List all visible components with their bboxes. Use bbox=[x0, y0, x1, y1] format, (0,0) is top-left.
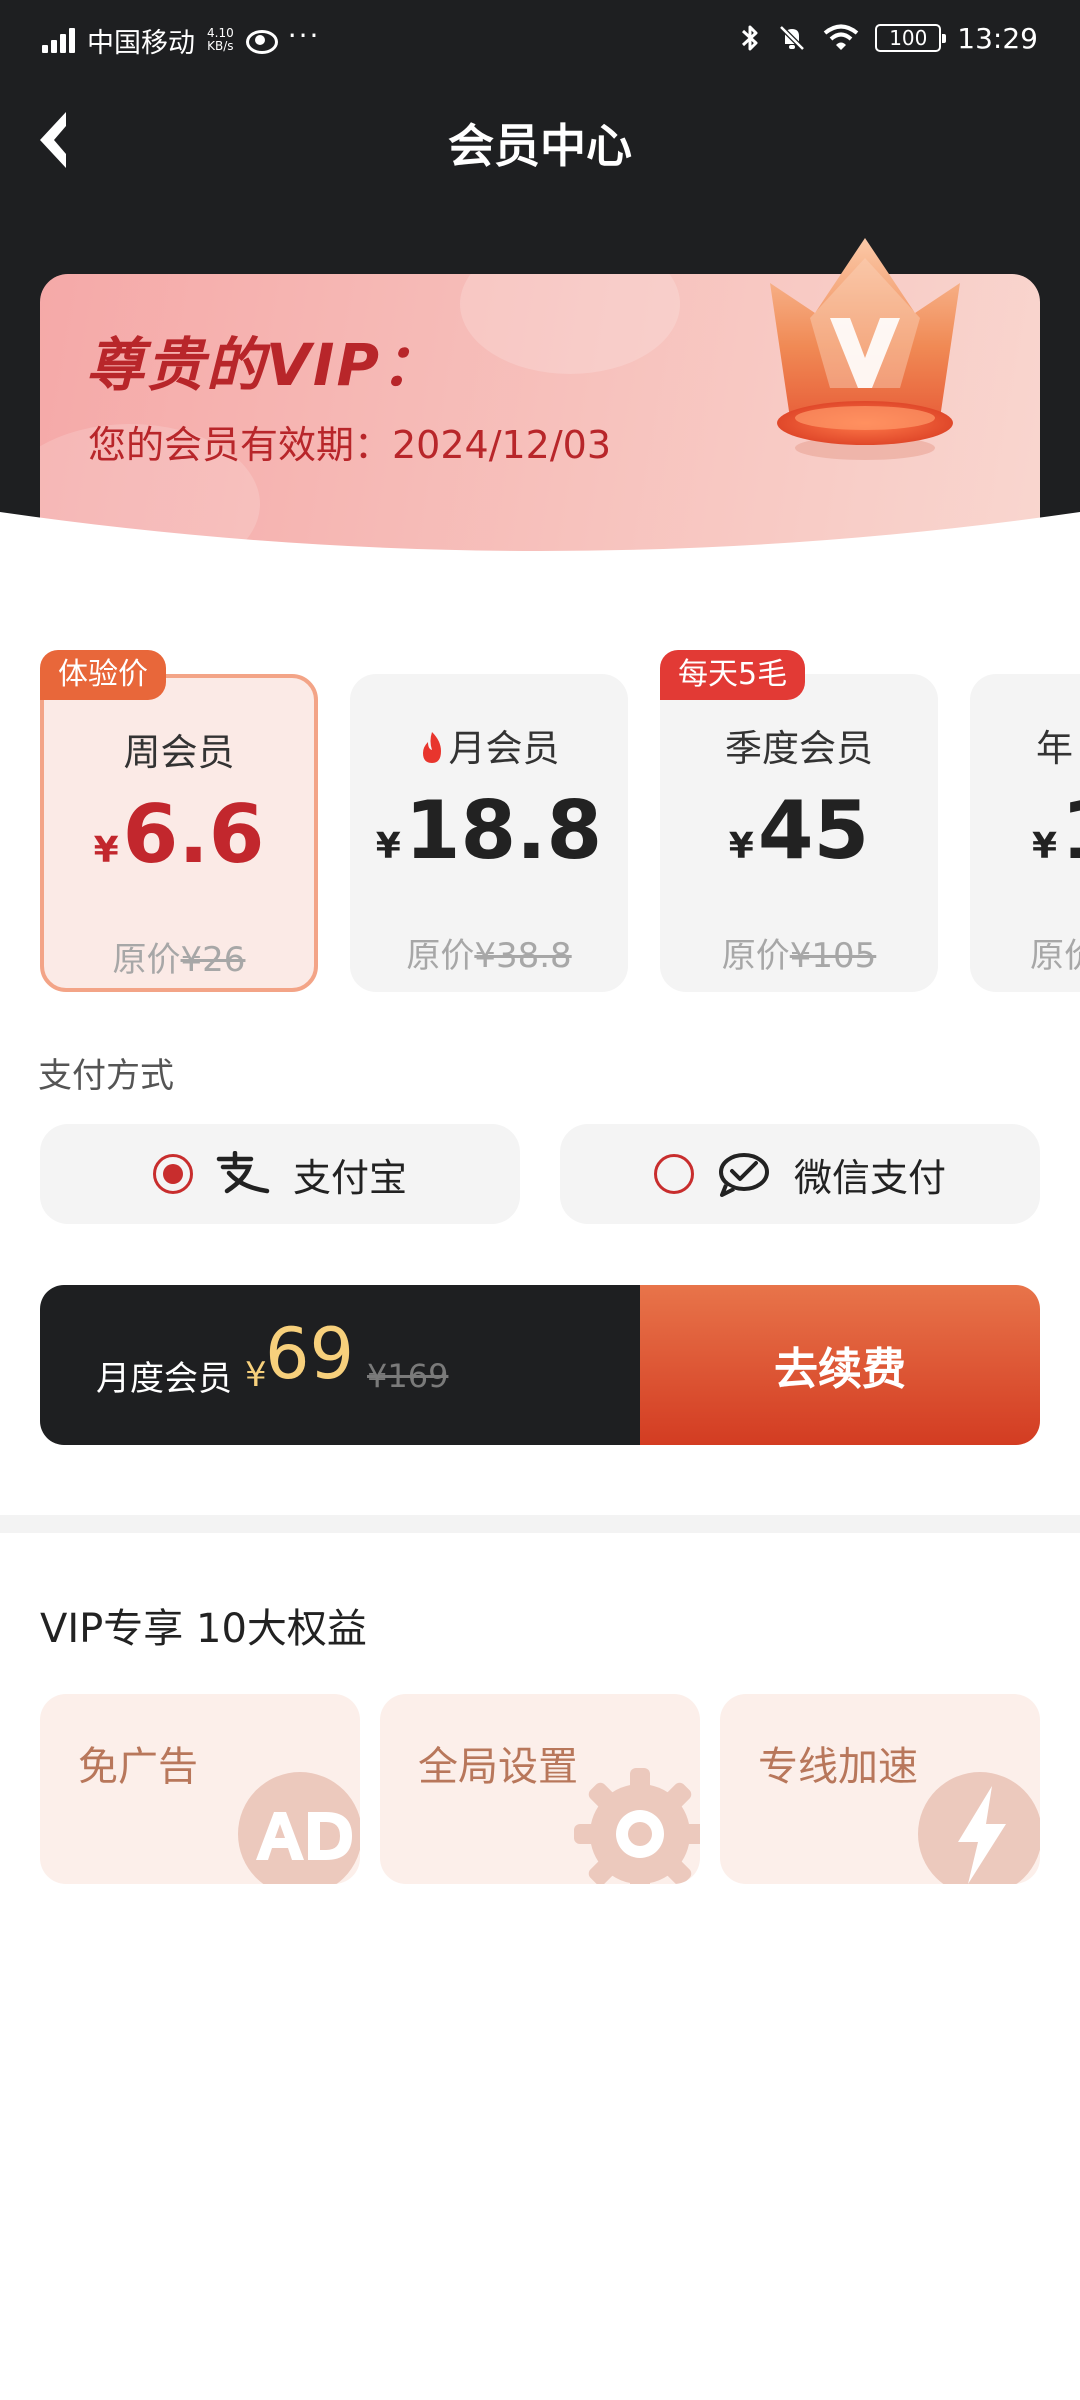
crown-icon bbox=[770, 238, 960, 460]
ad-icon bbox=[238, 1772, 360, 1884]
benefit-no-ads[interactable]: 免广告 bbox=[40, 1694, 360, 1884]
plan-original-price: 原价¥26 bbox=[112, 940, 246, 980]
vip-expiry-date: 您的会员有效期：2024/12/03 bbox=[88, 423, 612, 467]
benefit-label: 免广告 bbox=[78, 1744, 198, 1790]
plan-card-yearly[interactable]: 年 ¥1 原价 bbox=[970, 674, 1080, 992]
more-dots-icon: ··· bbox=[287, 18, 321, 52]
radio-selected[interactable] bbox=[152, 1154, 193, 1194]
plan-price: ¥1 bbox=[1032, 784, 1080, 877]
benefits-title: VIP专享 10大权益 bbox=[40, 1606, 367, 1652]
renew-summary: 月度会员 ¥ 69 ¥169 bbox=[40, 1285, 640, 1445]
plan-name: 季度会员 bbox=[725, 727, 873, 770]
benefit-global-settings[interactable]: 全局设置 bbox=[380, 1694, 700, 1884]
plan-card-quarterly[interactable]: 季度会员 ¥45 原价¥105 bbox=[660, 674, 938, 992]
pay-option-alipay[interactable]: 支付宝 bbox=[40, 1124, 520, 1224]
benefit-dedicated-acceleration[interactable]: 专线加速 bbox=[720, 1694, 1040, 1884]
renew-original-price: ¥169 bbox=[367, 1357, 449, 1395]
payment-method-label: 支付方式 bbox=[38, 1056, 174, 1096]
plan-name: 周会员 bbox=[123, 731, 235, 774]
plan-original-price: 原价¥38.8 bbox=[406, 936, 572, 976]
section-divider bbox=[0, 1515, 1080, 1533]
lightning-icon bbox=[918, 1772, 1040, 1884]
plan-original-price: 原价 bbox=[1030, 936, 1080, 976]
mute-bell-icon bbox=[779, 25, 806, 51]
bluetooth-icon bbox=[742, 25, 758, 51]
plan-name: 月会员 bbox=[350, 718, 628, 772]
renew-plan-name: 月度会员 bbox=[96, 1359, 232, 1399]
carrier-name: 中国移动 bbox=[87, 27, 195, 59]
renew-bar: 月度会员 ¥ 69 ¥169 去续费 bbox=[40, 1285, 1040, 1445]
plan-card-monthly[interactable]: 月会员 ¥18.8 原价¥38.8 bbox=[350, 674, 628, 992]
nav-bar: 会员中心 bbox=[0, 90, 1080, 190]
renew-button[interactable]: 去续费 bbox=[640, 1285, 1040, 1445]
plan-price: ¥6.6 bbox=[93, 788, 265, 881]
benefit-label: 全局设置 bbox=[418, 1744, 578, 1790]
gear-icon bbox=[574, 1768, 700, 1884]
network-speed: 4.10 KB/s bbox=[207, 26, 234, 53]
wechat-pay-icon bbox=[718, 1153, 769, 1197]
header-wave bbox=[0, 512, 1080, 580]
plan-list: 周会员 ¥6.6 原价¥26 体验价 月会员 ¥18.8 原价¥38.8 季度会… bbox=[0, 650, 1080, 1000]
radio-unselected[interactable] bbox=[653, 1154, 694, 1194]
renew-currency: ¥ bbox=[245, 1355, 267, 1395]
plan-name: 年 bbox=[1036, 727, 1073, 770]
plan-card-weekly[interactable]: 周会员 ¥6.6 原价¥26 bbox=[40, 674, 318, 992]
alipay-icon bbox=[216, 1151, 270, 1194]
page-title: 会员中心 bbox=[448, 119, 632, 173]
signal-icon bbox=[42, 27, 75, 53]
plan-tag-promo: 每天5毛 bbox=[660, 650, 806, 700]
battery-icon: 100 bbox=[875, 24, 947, 52]
clock: 13:29 bbox=[957, 21, 1038, 55]
status-bar: 中国移动 4.10 KB/s ··· 100 13:29 bbox=[0, 0, 1080, 78]
fire-icon bbox=[422, 732, 441, 763]
pay-option-label: 支付宝 bbox=[292, 1155, 407, 1200]
wifi-icon bbox=[824, 24, 859, 50]
vip-title: 尊贵的VIP： bbox=[86, 331, 441, 399]
plan-tag-trial: 体验价 bbox=[40, 650, 166, 700]
pay-option-wechat[interactable]: 微信支付 bbox=[560, 1124, 1040, 1224]
renew-price: 69 bbox=[265, 1313, 355, 1395]
eye-icon bbox=[245, 30, 278, 54]
plan-price: ¥18.8 bbox=[375, 784, 603, 877]
benefit-label: 专线加速 bbox=[758, 1744, 918, 1790]
plan-price: ¥45 bbox=[728, 784, 870, 877]
pay-option-label: 微信支付 bbox=[793, 1155, 946, 1200]
plan-original-price: 原价¥105 bbox=[721, 936, 877, 976]
